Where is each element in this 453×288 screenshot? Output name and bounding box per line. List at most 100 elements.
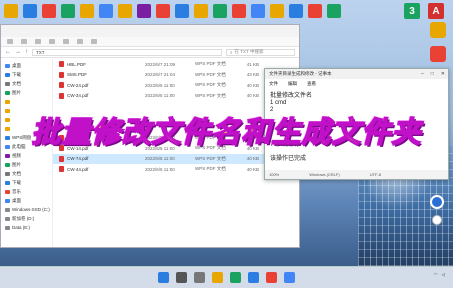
nav-item[interactable]: 音乐: [1, 187, 52, 196]
nav-item[interactable]: 文档: [1, 169, 52, 178]
address-input[interactable]: TXT: [32, 48, 222, 56]
zoom-level: 100%: [269, 172, 280, 177]
nav-item[interactable]: 下载: [1, 70, 52, 79]
notepad-line: [270, 121, 443, 128]
file-row[interactable]: CW-34.pdf 2022/6/5 11:00 WPS PDF 文档 40 KB: [53, 91, 299, 102]
folder-icon: [5, 126, 10, 131]
file-type: WPS PDF 文档: [195, 82, 226, 88]
delete-icon[interactable]: [91, 39, 97, 44]
taskbar: ◠ ◁: [0, 266, 453, 288]
close-icon[interactable]: ✕: [441, 71, 445, 77]
app-icon[interactable]: [266, 272, 277, 283]
file-row[interactable]: SMS.PDF 2022/6/7 21:04 WPS PDF 文档 43 KB: [53, 70, 299, 81]
file-row[interactable]: CW-14.pdf 2022/6/5 11:00 WPS PDF 文档 40 KB: [53, 143, 299, 154]
nav-item-label: WPS网盘: [12, 134, 32, 140]
nav-item-label: 文档: [12, 170, 21, 176]
notepad-line: [270, 114, 443, 121]
nav-item[interactable]: 文档: [1, 79, 52, 88]
file-row[interactable]: [53, 112, 299, 123]
notepad-line: [270, 128, 443, 135]
folder-icon[interactable]: [270, 4, 284, 18]
nav-item[interactable]: 桌面: [1, 61, 52, 70]
file-date: 2022/6/5 11:00: [145, 145, 175, 151]
nav-item[interactable]: 此电脑: [1, 142, 52, 151]
nav-item-label: 此电脑: [12, 143, 26, 149]
file-row[interactable]: HBL.PDF 2022/6/7 21:09 WPS PDF 文档 41 KB: [53, 59, 299, 70]
folder-icon[interactable]: [4, 4, 18, 18]
file-row[interactable]: CW-24.pdf 2022/6/5 11:00 WPS PDF 文档 40 KB: [53, 80, 299, 91]
app-icon[interactable]: [308, 4, 322, 18]
folder-icon[interactable]: [430, 22, 446, 38]
nav-item-label: 图片: [12, 161, 21, 167]
cut-icon[interactable]: [21, 39, 27, 44]
start-icon[interactable]: [158, 272, 169, 283]
nav-item[interactable]: 图片: [1, 88, 52, 97]
floating-tool-icon[interactable]: [432, 215, 442, 225]
app-a-icon[interactable]: A: [428, 3, 444, 19]
app-3-icon[interactable]: 3: [404, 3, 420, 19]
up-arrow-icon[interactable]: ↑: [25, 49, 28, 55]
folder-icon: [5, 99, 10, 104]
app-icon[interactable]: [156, 4, 170, 18]
minimize-icon[interactable]: –: [421, 71, 424, 77]
store-icon[interactable]: [248, 272, 259, 283]
file-row[interactable]: CW-84.pdf 2022/6/5 11:00 WPS PDF 文档 40 KB: [53, 133, 299, 144]
maximize-icon[interactable]: □: [431, 71, 434, 77]
share-icon[interactable]: [77, 39, 83, 44]
nav-item[interactable]: 下载: [1, 178, 52, 187]
menu-file[interactable]: 文件: [269, 81, 278, 87]
nav-item[interactable]: WPS网盘: [1, 133, 52, 142]
nav-item[interactable]: 桌面: [1, 196, 52, 205]
file-row[interactable]: CW-44.pdf 2022/6/5 11:00 WPS PDF 文档 40 KB: [53, 164, 299, 175]
menu-view[interactable]: 查看: [307, 81, 316, 87]
copy-icon[interactable]: [35, 39, 41, 44]
nav-item[interactable]: Data (E:): [1, 223, 52, 232]
app-icon[interactable]: [99, 4, 113, 18]
app-icon[interactable]: [289, 4, 303, 18]
app-icon[interactable]: [430, 46, 446, 62]
folder-icon: [5, 189, 10, 194]
rename-icon[interactable]: [63, 39, 69, 44]
notepad-text-area[interactable]: 批量修改文件名 1 cmd 2 7 修改成功 该操作已完成: [265, 89, 448, 167]
nav-item[interactable]: 新加卷 (D:): [1, 214, 52, 223]
folder-icon[interactable]: [80, 4, 94, 18]
menu-edit[interactable]: 编辑: [288, 81, 297, 87]
search-input[interactable]: ⌕ 在 TXT 中搜索: [226, 48, 295, 56]
app-icon[interactable]: [327, 4, 341, 18]
nav-item[interactable]: [1, 124, 52, 133]
file-explorer-icon[interactable]: [212, 272, 223, 283]
app-icon[interactable]: [251, 4, 265, 18]
wifi-icon[interactable]: ◠: [434, 272, 438, 278]
file-row[interactable]: [53, 101, 299, 112]
nav-item[interactable]: [1, 106, 52, 115]
nav-item[interactable]: 图片: [1, 160, 52, 169]
app-icon[interactable]: [137, 4, 151, 18]
window-controls: – □ ✕: [421, 71, 445, 77]
volume-icon[interactable]: ◁: [442, 272, 445, 278]
nav-item[interactable]: [1, 97, 52, 106]
nav-item[interactable]: 视频: [1, 151, 52, 160]
app-icon[interactable]: [175, 4, 189, 18]
task-view-icon[interactable]: [194, 272, 205, 283]
app-icon[interactable]: [42, 4, 56, 18]
notepad-icon[interactable]: [284, 272, 295, 283]
edge-icon[interactable]: [230, 272, 241, 283]
new-icon[interactable]: [7, 39, 13, 44]
nav-item[interactable]: Windows-SSD (C:): [1, 205, 52, 214]
app-icon[interactable]: [23, 4, 37, 18]
app-icon[interactable]: [213, 4, 227, 18]
file-name: CW-44.pdf: [67, 166, 89, 172]
nav-item[interactable]: [1, 115, 52, 124]
app-icon[interactable]: [232, 4, 246, 18]
search-icon[interactable]: [176, 272, 187, 283]
back-arrow-icon[interactable]: ←: [5, 49, 11, 55]
forward-arrow-icon[interactable]: →: [15, 49, 21, 55]
floating-assistant-icon[interactable]: [430, 195, 444, 209]
folder-icon[interactable]: [118, 4, 132, 18]
file-row[interactable]: [53, 122, 299, 133]
paste-icon[interactable]: [49, 39, 55, 44]
app-icon[interactable]: [61, 4, 75, 18]
folder-icon[interactable]: [194, 4, 208, 18]
file-row[interactable]: CW-74.pdf 2022/6/5 11:00 WPS PDF 文档 40 KB: [53, 153, 299, 164]
file-list: HBL.PDF 2022/6/7 21:09 WPS PDF 文档 41 KB SMS.…: [53, 59, 299, 247]
